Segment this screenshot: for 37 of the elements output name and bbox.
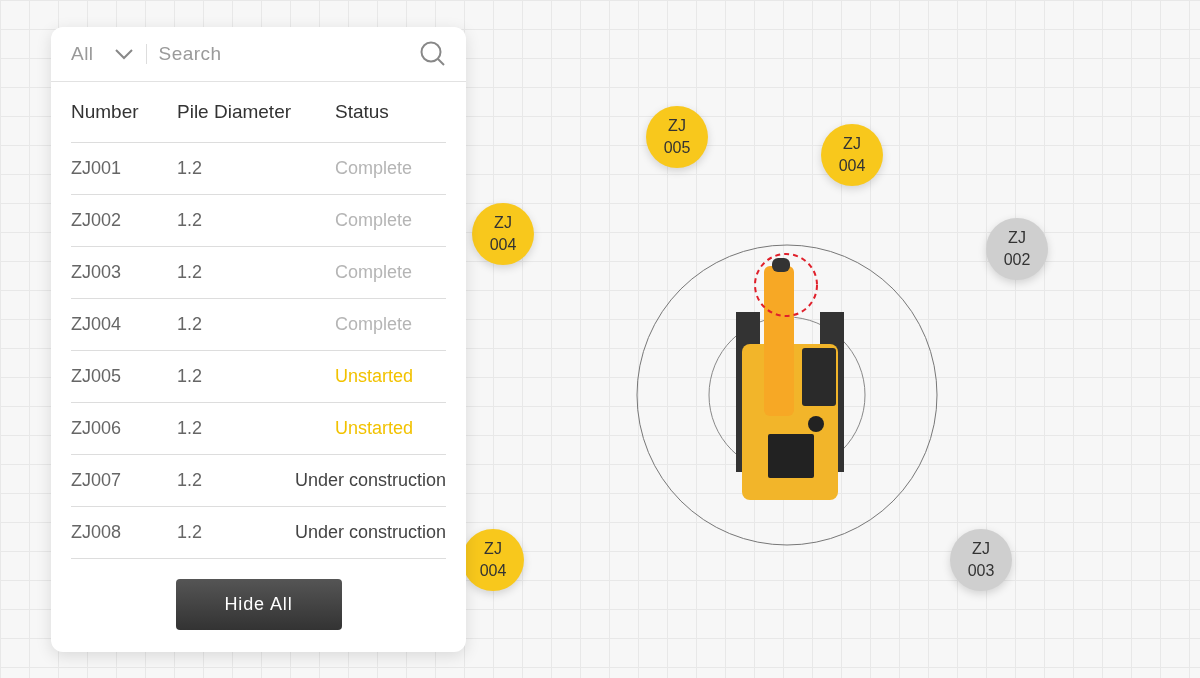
- hide-all-button[interactable]: Hide All: [175, 579, 342, 630]
- pile-marker[interactable]: ZJ 004: [472, 203, 534, 265]
- table-cell-text: ZJ006: [71, 417, 123, 440]
- table-cell-text: ZJ002: [71, 209, 123, 232]
- column-header: Pile Diameter: [177, 99, 293, 124]
- pile-marker[interactable]: ZJ 002: [986, 218, 1048, 280]
- table-cell-text: 1.2: [177, 521, 204, 544]
- table-cell-text: ZJ001: [71, 157, 123, 180]
- pile-marker[interactable]: ZJ 004: [821, 124, 883, 186]
- table-cell-text: 1.2: [177, 469, 204, 492]
- table-cell-text: 1.2: [177, 209, 204, 232]
- table-cell-text: 1.2: [177, 313, 204, 336]
- table-cell-text: ZJ005: [71, 365, 123, 388]
- search-field[interactable]: Search: [158, 39, 420, 69]
- table-cell-text: ZJ003: [71, 261, 123, 284]
- column-header: Number: [71, 99, 140, 124]
- table-cell-text: ZJ007: [71, 469, 123, 492]
- dashed-circle: [754, 253, 818, 317]
- table-cell-text: 1.2: [177, 417, 204, 440]
- status-cell-text: Complete: [335, 313, 413, 336]
- table-cell-text: ZJ004: [71, 313, 123, 336]
- table-cell-text: ZJ008: [71, 521, 123, 544]
- column-header: Status: [335, 99, 390, 124]
- status-cell-text: Complete: [335, 261, 413, 284]
- status-cell-text: Under construction: [294, 521, 446, 544]
- status-cell-text: Under construction: [294, 469, 446, 492]
- status-cell-text: Unstarted: [335, 417, 414, 440]
- pile-marker[interactable]: ZJ 003: [950, 529, 1012, 591]
- chevron-down-icon: [113, 48, 134, 60]
- status-cell-text: Complete: [335, 209, 413, 232]
- table-cell-text: 1.2: [177, 365, 204, 388]
- table-cell-text: 1.2: [177, 157, 204, 180]
- pile-marker[interactable]: ZJ 005: [646, 106, 708, 168]
- status-cell-text: Complete: [335, 157, 413, 180]
- table-cell-text: 1.2: [177, 261, 204, 284]
- status-cell-text: Unstarted: [335, 365, 414, 388]
- search-icon[interactable]: [420, 41, 446, 67]
